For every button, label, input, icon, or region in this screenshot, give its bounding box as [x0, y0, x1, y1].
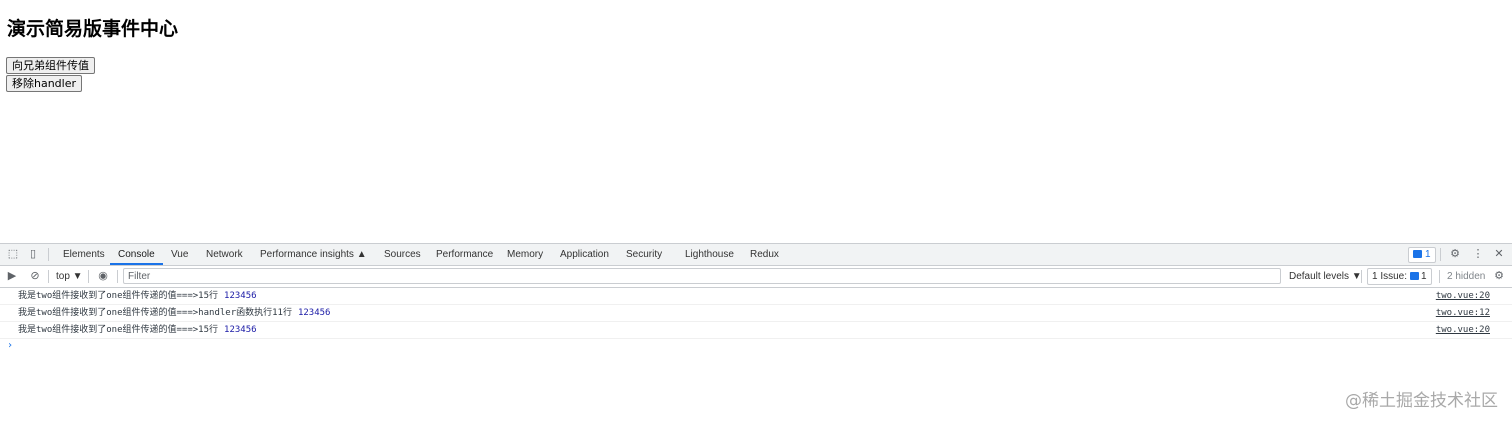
clear-console-icon[interactable]: ⊘: [29, 270, 41, 282]
console-message: 我是two组件接收到了one组件传递的值===>handler函数执行11行 12…: [0, 305, 1512, 322]
devtools-panel: ⬚ ▯ Elements Console Vue Network Perform…: [0, 243, 1512, 427]
console-message: 我是two组件接收到了one组件传递的值===>15行 123456 two.vu…: [0, 322, 1512, 339]
divider: [117, 270, 118, 283]
more-options-icon[interactable]: ⋮: [1472, 248, 1484, 260]
console-message: 我是two组件接收到了one组件传递的值===>15行 123456 two.vu…: [0, 288, 1512, 305]
close-icon[interactable]: ✕: [1493, 248, 1505, 260]
console-toolbar: ▶ ⊘ top ▼ ◉ Default levels ▼ 1 Issue:1 2…: [0, 266, 1512, 288]
divider: [48, 270, 49, 283]
filter-input[interactable]: [123, 268, 1281, 284]
message-icon: [1413, 250, 1422, 259]
hidden-count: 2 hidden: [1447, 271, 1486, 282]
message-value: 123456: [297, 308, 331, 318]
prompt-chevron-icon: ›: [7, 340, 14, 351]
divider: [88, 270, 89, 283]
console-prompt[interactable]: ›: [0, 339, 1512, 353]
source-link[interactable]: two.vue:12: [1436, 305, 1490, 321]
source-link[interactable]: two.vue:20: [1436, 288, 1490, 304]
tab-elements[interactable]: Elements: [55, 244, 113, 265]
context-selector[interactable]: top ▼: [56, 266, 83, 287]
tab-console[interactable]: Console: [110, 244, 163, 265]
inspect-element-icon[interactable]: ⬚: [7, 248, 19, 260]
console-settings-gear-icon[interactable]: ⚙: [1493, 270, 1505, 282]
page-title: 演示简易版事件中心: [7, 18, 179, 40]
message-value: 123456: [224, 291, 257, 301]
tab-performance[interactable]: Performance: [428, 244, 501, 265]
page-content: 演示简易版事件中心 向兄弟组件传值 移除handler: [0, 0, 1512, 243]
log-levels-dropdown[interactable]: Default levels ▼: [1289, 266, 1362, 287]
watermark: @稀土掘金技术社区: [1345, 391, 1498, 411]
remove-handler-button[interactable]: 移除handler: [6, 75, 83, 92]
source-link[interactable]: two.vue:20: [1436, 322, 1490, 338]
tab-redux[interactable]: Redux: [742, 244, 787, 265]
divider: [1361, 270, 1362, 283]
tab-security[interactable]: Security: [618, 244, 670, 265]
tab-vue[interactable]: Vue: [163, 244, 196, 265]
tab-application[interactable]: Application: [552, 244, 617, 265]
tab-memory[interactable]: Memory: [499, 244, 551, 265]
tab-performance-insights[interactable]: Performance insights ▲: [252, 244, 375, 265]
divider: [48, 248, 49, 261]
tab-sources[interactable]: Sources: [376, 244, 429, 265]
sidebar-toggle-icon[interactable]: ▶: [6, 270, 18, 282]
divider: [1440, 248, 1441, 261]
issues-badge[interactable]: 1: [1408, 247, 1436, 263]
eye-icon[interactable]: ◉: [97, 270, 109, 282]
console-messages: 我是two组件接收到了one组件传递的值===>15行 123456 two.vu…: [0, 288, 1512, 353]
message-value: 123456: [224, 325, 257, 335]
tab-lighthouse[interactable]: Lighthouse: [677, 244, 742, 265]
tab-network[interactable]: Network: [198, 244, 251, 265]
divider: [1439, 270, 1440, 283]
send-to-sibling-button[interactable]: 向兄弟组件传值: [6, 57, 95, 74]
message-icon: [1410, 272, 1420, 281]
message-text: 我是two组件接收到了one组件传递的值===>15行: [18, 325, 219, 335]
issues-button[interactable]: 1 Issue: 1: [1367, 268, 1432, 285]
message-text: 我是two组件接收到了one组件传递的值===>15行: [18, 291, 219, 301]
device-toolbar-icon[interactable]: ▯: [27, 248, 39, 260]
devtools-tab-bar: ⬚ ▯ Elements Console Vue Network Perform…: [0, 244, 1512, 266]
message-text: 我是two组件接收到了one组件传递的值===>handler函数执行11行: [18, 308, 292, 318]
gear-icon[interactable]: ⚙: [1449, 248, 1461, 260]
